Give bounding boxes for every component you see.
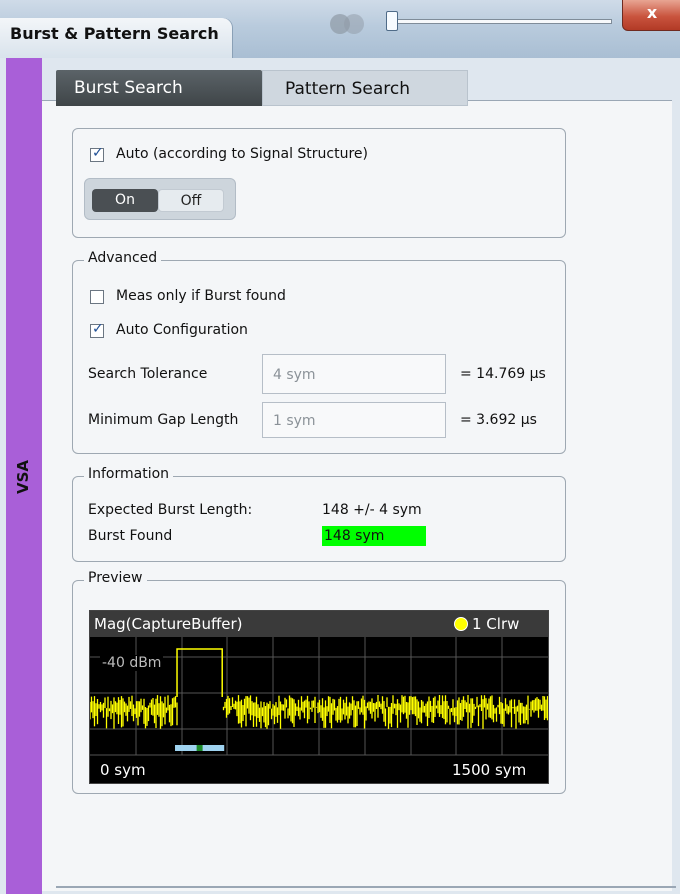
burst-found-label: Burst Found	[88, 528, 173, 544]
trace-indicator-icon	[454, 617, 468, 631]
meas-only-label: Meas only if Burst found	[116, 288, 286, 304]
auto-checkbox-label: Auto (according to Signal Structure)	[116, 146, 368, 162]
meas-only-checkbox[interactable]	[90, 290, 104, 304]
search-tolerance-input[interactable]: 4 sym	[262, 354, 446, 394]
plot-header: Mag(CaptureBuffer) 1 Clrw	[90, 611, 548, 637]
window-title: Burst & Pattern Search	[10, 24, 219, 43]
expected-burst-length-value: 148 +/- 4 sym	[322, 502, 422, 518]
search-tolerance-result: = 14.769 µs	[460, 366, 546, 382]
auto-configuration-label: Auto Configuration	[116, 322, 248, 338]
burst-found-value: 148 sym	[324, 528, 385, 544]
expected-burst-length-label: Expected Burst Length:	[88, 502, 253, 518]
checkmark-icon: ✓	[92, 321, 104, 337]
min-gap-result: = 3.692 µs	[460, 412, 537, 428]
vsa-side-tab-label: VSA	[14, 459, 32, 494]
ref-level-label: -40 dBm	[100, 655, 164, 671]
min-gap-label: Minimum Gap Length	[88, 412, 239, 428]
search-tolerance-label: Search Tolerance	[88, 366, 208, 382]
trace-badge: 1 Clrw	[472, 615, 520, 633]
title-bar: Burst & Pattern Search x	[0, 0, 680, 58]
toggle-on-button[interactable]: On	[92, 189, 158, 212]
bottom-divider	[56, 886, 676, 888]
auto-checkbox[interactable]: ✓	[90, 145, 104, 162]
burst-center-marker	[196, 745, 203, 751]
tab-pattern-search[interactable]: Pattern Search	[262, 70, 468, 106]
on-off-toggle[interactable]: On Off	[84, 178, 236, 220]
preview-plot: Mag(CaptureBuffer) 1 Clrw -40 dBm 0 sym …	[89, 610, 549, 784]
information-legend: Information	[84, 466, 174, 482]
close-button[interactable]: x	[622, 0, 680, 31]
advanced-legend: Advanced	[84, 250, 162, 266]
zoom-knob-icon	[344, 14, 364, 34]
information-group	[72, 476, 566, 562]
auto-configuration-checkbox[interactable]: ✓	[90, 321, 104, 338]
x-end-label: 1500 sym	[452, 761, 527, 779]
burst-envelope	[176, 648, 223, 697]
transparency-slider-track[interactable]	[390, 19, 612, 24]
toggle-off-button[interactable]: Off	[158, 189, 224, 212]
x-start-label: 0 sym	[100, 761, 146, 779]
tab-burst-search[interactable]: Burst Search	[56, 70, 262, 106]
preview-legend: Preview	[84, 570, 147, 586]
checkmark-icon: ✓	[92, 145, 104, 161]
min-gap-input[interactable]: 1 sym	[262, 402, 446, 438]
trace-title: Mag(CaptureBuffer)	[94, 615, 243, 633]
transparency-slider-thumb[interactable]	[386, 11, 398, 31]
